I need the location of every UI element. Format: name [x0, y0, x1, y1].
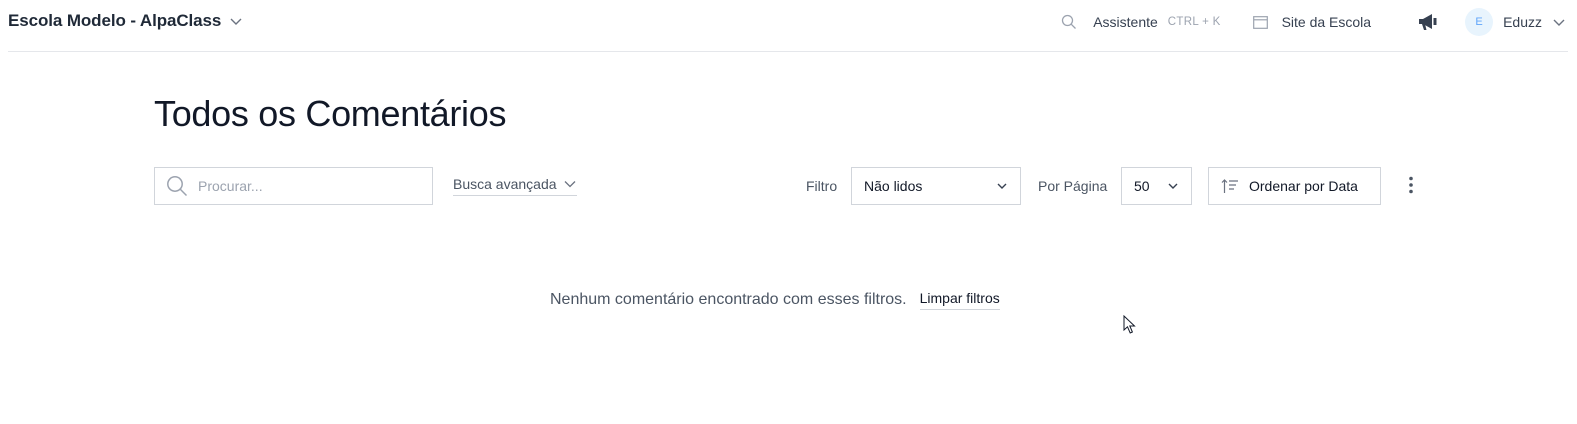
advanced-search-toggle[interactable]: Busca avançada: [453, 176, 577, 196]
filter-label: Filtro: [806, 178, 838, 194]
search-icon: [167, 176, 188, 197]
mouse-cursor-icon: [1123, 315, 1136, 334]
assistant-button[interactable]: Assistente CTRL + K: [1061, 14, 1220, 30]
sort-ascending-icon: [1221, 179, 1238, 193]
sort-by-date-button[interactable]: Ordenar por Data: [1208, 167, 1381, 205]
search-input[interactable]: [198, 178, 418, 194]
school-site-link[interactable]: Site da Escola: [1252, 14, 1372, 30]
more-vertical-icon: [1409, 176, 1413, 194]
megaphone-icon[interactable]: [1417, 12, 1439, 32]
browser-window-icon: [1252, 15, 1268, 29]
search-icon: [1062, 14, 1077, 29]
school-switcher[interactable]: Escola Modelo - AlpaClass: [8, 11, 243, 31]
chevron-down-icon: [997, 183, 1007, 189]
school-name: Escola Modelo - AlpaClass: [8, 11, 222, 30]
page-title: Todos os Comentários: [154, 93, 507, 134]
filter-select[interactable]: Não lidos: [851, 167, 1021, 205]
user-menu[interactable]: E Eduzz: [1465, 8, 1566, 36]
assistant-shortcut: CTRL + K: [1167, 16, 1221, 28]
top-bar: Escola Modelo - AlpaClass Assistente CTR…: [8, 0, 1568, 52]
empty-state: Nenhum comentário encontrado com esses f…: [550, 290, 1000, 310]
chevron-down-icon: [564, 181, 575, 188]
avatar: E: [1465, 8, 1494, 36]
clear-filters-link[interactable]: Limpar filtros: [919, 290, 1000, 310]
chevron-down-icon: [1168, 183, 1178, 189]
assistant-label: Assistente: [1093, 14, 1158, 30]
school-site-label: Site da Escola: [1281, 14, 1372, 30]
per-page-label: Por Página: [1038, 178, 1108, 194]
per-page-selected-value: 50: [1134, 178, 1150, 194]
user-name: Eduzz: [1503, 14, 1542, 30]
chevron-down-icon: [1553, 19, 1565, 26]
sort-label: Ordenar por Data: [1249, 178, 1358, 194]
advanced-search-label: Busca avançada: [453, 176, 557, 192]
more-options-button[interactable]: [1401, 174, 1421, 196]
filter-selected-value: Não lidos: [864, 178, 923, 194]
empty-state-message: Nenhum comentário encontrado com esses f…: [550, 291, 907, 308]
top-actions: Assistente CTRL + K Site da Escola E Edu…: [1061, 0, 1568, 44]
per-page-select[interactable]: 50: [1121, 167, 1192, 205]
search-box: [154, 167, 433, 205]
chevron-down-icon: [230, 18, 242, 25]
